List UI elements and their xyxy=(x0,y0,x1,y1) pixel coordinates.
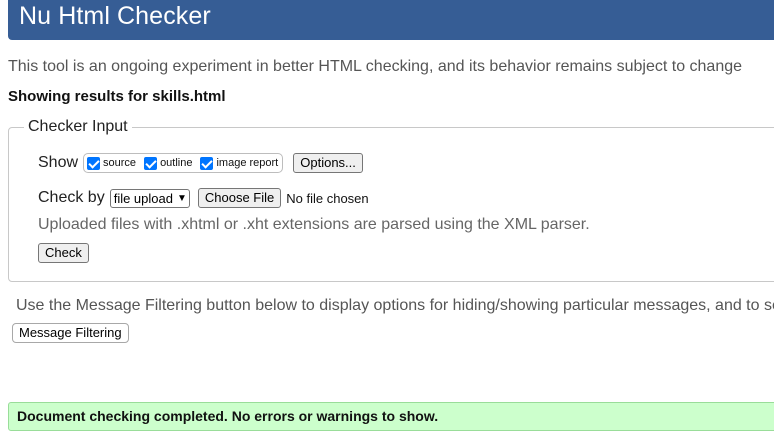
image-report-checkbox[interactable] xyxy=(200,156,214,170)
options-button[interactable]: Options... xyxy=(293,153,363,173)
check-button[interactable]: Check xyxy=(38,243,89,263)
check-by-select[interactable]: file upload ▼ xyxy=(109,188,190,208)
check-by-label: Check by xyxy=(38,189,105,206)
source-checkbox[interactable] xyxy=(87,156,101,170)
page-title: Nu Html Checker xyxy=(19,2,211,30)
check-by-selected-value: file upload xyxy=(113,190,173,206)
no-file-chosen-text: No file chosen xyxy=(286,190,369,206)
message-filtering-button[interactable]: Message Filtering xyxy=(12,323,129,343)
checker-input-legend: Checker Input xyxy=(24,118,132,136)
check-by-row: Check by file upload ▼ Choose File No fi… xyxy=(38,188,369,208)
show-row: Show source outline image report Options… xyxy=(38,153,363,173)
choose-file-button[interactable]: Choose File xyxy=(197,188,282,208)
show-label: Show xyxy=(38,154,79,171)
xml-parser-hint: Uploaded files with .xhtml or .xht exten… xyxy=(38,216,590,233)
show-source-option[interactable]: source xyxy=(87,156,137,170)
success-message-box: Document checking completed. No errors o… xyxy=(8,402,774,431)
success-message: Document checking completed. No errors o… xyxy=(17,408,439,424)
outline-label: outline xyxy=(160,157,193,169)
results-heading: Showing results for skills.html xyxy=(8,88,226,105)
chevron-down-icon: ▼ xyxy=(176,192,187,204)
source-label: source xyxy=(103,157,137,169)
show-outline-option[interactable]: outline xyxy=(144,156,193,170)
image-report-label: image report xyxy=(216,157,279,169)
intro-text: This tool is an ongoing experiment in be… xyxy=(8,58,743,75)
show-options-group: source outline image report xyxy=(83,153,284,173)
header-bar: Nu Html Checker xyxy=(8,0,774,40)
outline-checkbox[interactable] xyxy=(144,156,158,170)
message-filtering-text: Use the Message Filtering button below t… xyxy=(16,297,774,314)
check-row: Check xyxy=(38,243,89,263)
show-image-report-option[interactable]: image report xyxy=(200,156,279,170)
